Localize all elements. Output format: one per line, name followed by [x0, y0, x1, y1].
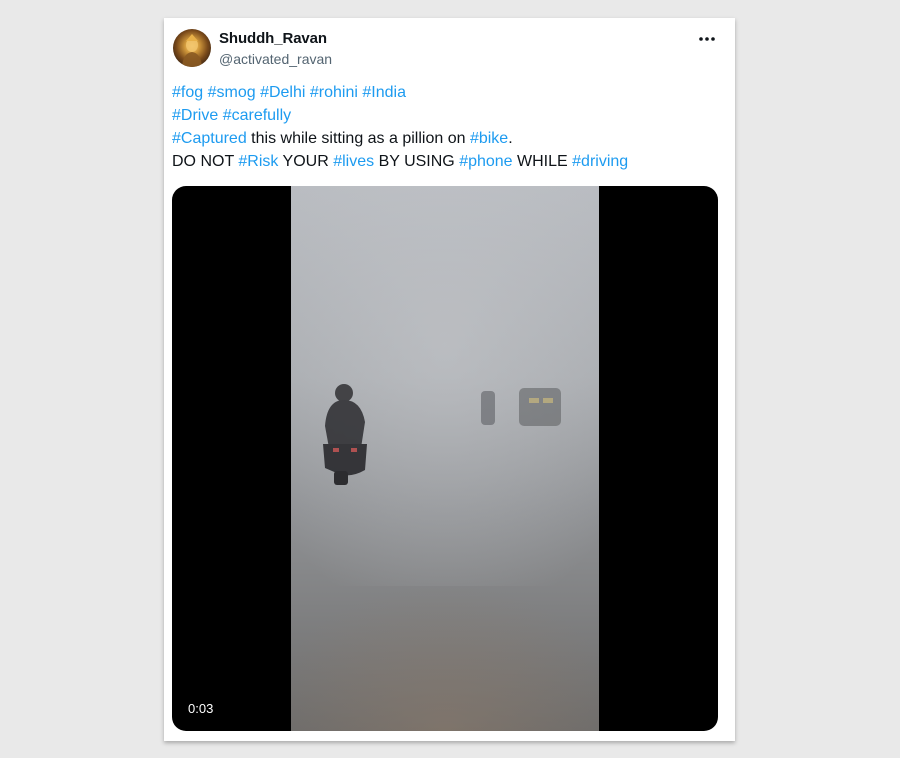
tweet-text-line: DO NOT #Risk YOUR #lives BY USING #phone…: [172, 150, 727, 173]
tweet-text-segment: YOUR: [278, 153, 334, 170]
tweet-text-line: #fog #smog #Delhi #rohini #India: [172, 81, 727, 104]
video-player[interactable]: 0:03: [172, 186, 718, 731]
hashtag-link[interactable]: #phone: [459, 153, 512, 170]
tweet-card: Shuddh_Ravan @activated_ravan #fog #smog…: [164, 18, 735, 741]
hashtag-link[interactable]: #fog: [172, 84, 203, 101]
hashtag-link[interactable]: #rohini: [310, 84, 358, 101]
tweet-text-segment: this while sitting as a pillion on: [246, 130, 470, 147]
ellipsis-icon: [699, 37, 715, 41]
hashtag-link[interactable]: #bike: [470, 130, 508, 147]
hashtag-link[interactable]: #lives: [333, 153, 374, 170]
tweet-text-segment: DO NOT: [172, 153, 239, 170]
hashtag-link[interactable]: #Risk: [238, 153, 278, 170]
hashtag-link[interactable]: #Drive: [172, 107, 218, 124]
video-frame: [291, 186, 599, 731]
video-timestamp: 0:03: [184, 700, 218, 717]
hashtag-link[interactable]: #Captured: [172, 130, 247, 147]
hashtag-link[interactable]: #Delhi: [260, 84, 305, 101]
tweet-text-segment: BY USING: [374, 153, 460, 170]
user-handle[interactable]: @activated_ravan: [219, 51, 332, 67]
tweet-text: #fog #smog #Delhi #rohini #India #Drive #…: [172, 81, 727, 173]
more-options-button[interactable]: [695, 27, 719, 51]
hashtag-link[interactable]: #smog: [208, 84, 256, 101]
hashtag-link[interactable]: #India: [362, 84, 406, 101]
tweet-text-line: #Drive #carefully: [172, 104, 727, 127]
tweet-text-segment: .: [508, 130, 513, 147]
avatar[interactable]: [173, 29, 211, 67]
hashtag-link[interactable]: #driving: [572, 153, 628, 170]
tweet-text-segment: WHILE: [512, 153, 573, 170]
tweet-text-line: #Captured this while sitting as a pillio…: [172, 127, 727, 150]
hashtag-link[interactable]: #carefully: [223, 107, 291, 124]
display-name[interactable]: Shuddh_Ravan: [219, 30, 327, 47]
